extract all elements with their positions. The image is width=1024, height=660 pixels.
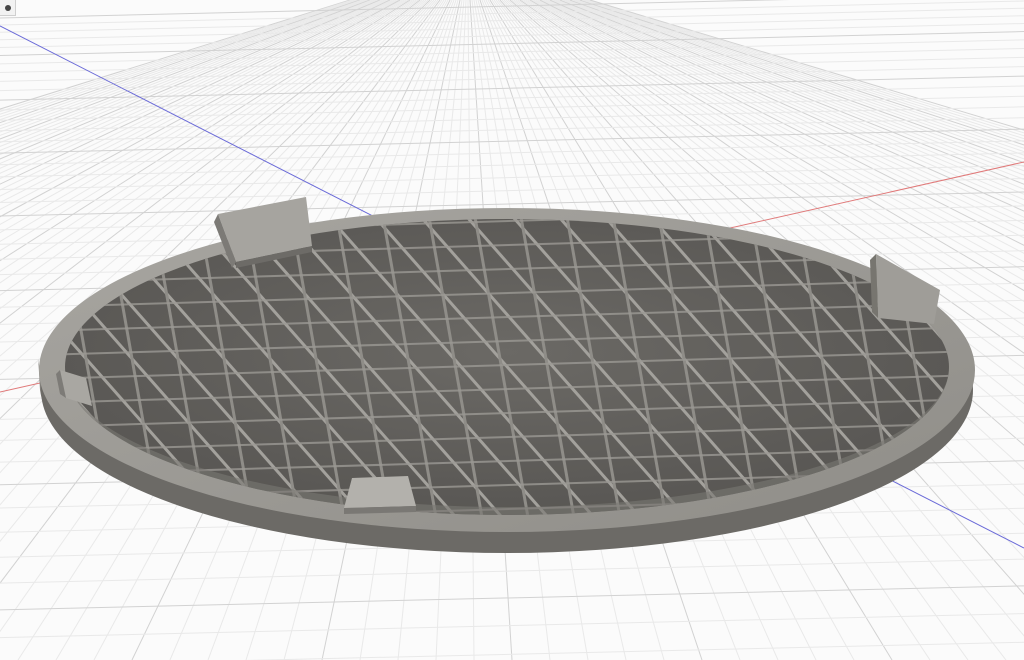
grid-plate-model[interactable] (0, 197, 1024, 553)
view-cube-button[interactable] (0, 0, 16, 16)
3d-viewport[interactable] (0, 0, 1024, 660)
view-cube-dot-icon (4, 4, 11, 11)
cad-scene[interactable] (0, 0, 1024, 660)
clip-tab-front[interactable] (344, 476, 416, 514)
